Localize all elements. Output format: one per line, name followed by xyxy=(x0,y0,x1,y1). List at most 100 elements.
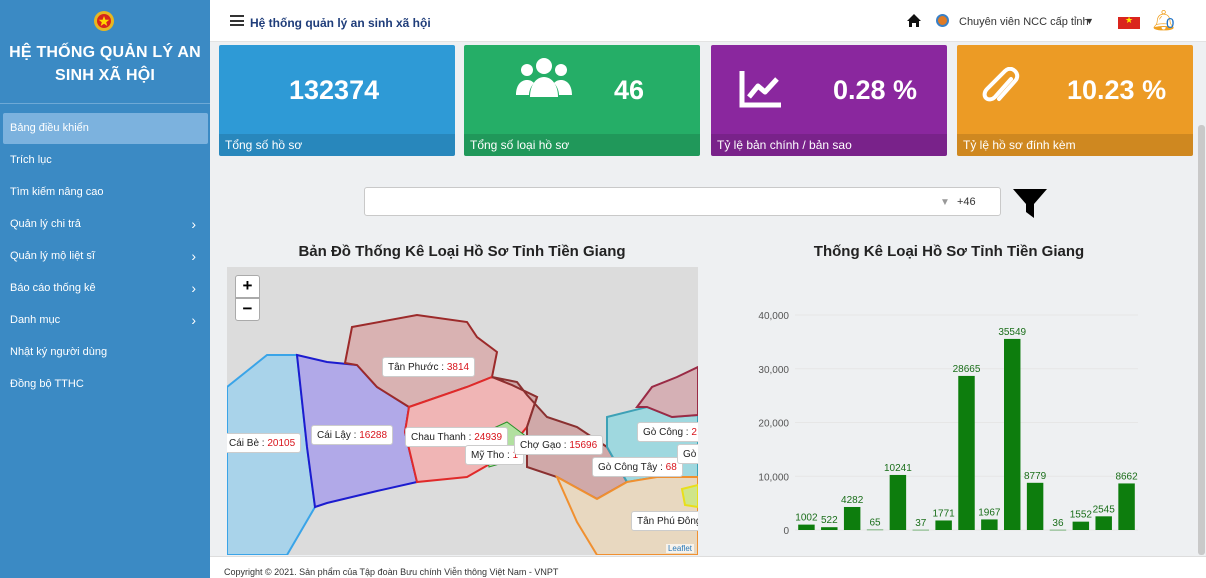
bar-chart: 0 10,000 20,000 30,000 40,000 1002 5224282 65 10… xyxy=(758,311,1138,537)
sidebar-divider xyxy=(0,103,210,104)
map-label-go-cong: Gò Công : 2 xyxy=(637,422,698,442)
sidebar-title: HỆ THỐNG QUẢN LÝ AN SINH XÃ HỘI xyxy=(9,44,201,84)
bar[interactable] xyxy=(935,520,952,530)
bar[interactable] xyxy=(821,527,838,530)
sidebar-item[interactable]: Quản lý mộ liệt sĩ › xyxy=(0,241,210,272)
bar[interactable] xyxy=(958,375,975,530)
bar[interactable] xyxy=(1026,482,1044,530)
bar-value-label: 2545 xyxy=(1093,504,1116,515)
bar[interactable] xyxy=(1004,338,1021,530)
bar-value-label: 1771 xyxy=(933,508,956,519)
home-icon[interactable] xyxy=(906,13,922,28)
stat-card-record-types[interactable]: 46 Tổng số loại hồ sơ xyxy=(464,45,700,156)
district-island xyxy=(680,483,698,509)
footer: Copyright © 2021. Sản phẩm của Tập đoàn … xyxy=(210,556,1206,578)
user-name[interactable]: Chuyên viên NCC cấp tỉnh xyxy=(959,16,1089,28)
sidebar-item-label: Đồng bộ TTHC xyxy=(10,378,84,390)
bar-value-label: 8662 xyxy=(1115,471,1138,482)
line-chart-icon xyxy=(739,71,781,108)
stat-label: Tổng số loại hồ sơ xyxy=(464,134,700,156)
bar-value-label: 28665 xyxy=(953,364,981,375)
map-attribution[interactable]: Leaflet xyxy=(665,544,694,553)
chevron-right-icon: › xyxy=(191,280,196,296)
stat-value: 10.23 % xyxy=(1067,75,1167,105)
zoom-out-button[interactable]: − xyxy=(235,298,260,321)
stat-value: 132374 xyxy=(289,75,380,105)
y-tick-label: 10,000 xyxy=(758,472,789,483)
bar-value-label: 1002 xyxy=(795,513,818,524)
bar[interactable] xyxy=(1049,529,1067,531)
page-scrollbar[interactable] xyxy=(1198,125,1205,555)
bar-value-label: 1967 xyxy=(978,507,1001,518)
province-map[interactable]: + − Tân Phước : 3814 Cái Bè : 20105 Cái … xyxy=(227,267,698,555)
selected-count: +46 xyxy=(957,196,976,208)
chevron-right-icon: › xyxy=(191,216,196,232)
sidebar-item-label: Trích lục xyxy=(10,154,52,166)
map-label-tan-phuoc: Tân Phước : 3814 xyxy=(382,357,476,377)
notification-count[interactable]: 0 xyxy=(1166,15,1174,32)
menu-toggle-icon[interactable] xyxy=(230,15,244,26)
bar[interactable] xyxy=(1072,521,1090,530)
y-tick-label: 20,000 xyxy=(758,419,789,430)
bar-value-label: 1552 xyxy=(1070,510,1093,521)
top-bar: Hệ thống quản lý an sinh xã hội Chuyên v… xyxy=(210,0,1206,42)
stat-value: 46 xyxy=(614,75,645,105)
chart-title: Thống Kê Loại Hồ Sơ Tỉnh Tiền Giang xyxy=(813,243,1085,260)
sidebar-item[interactable]: Quản lý chi trả › xyxy=(0,209,210,240)
sidebar-item[interactable]: Đồng bộ TTHC xyxy=(0,369,210,400)
map-label-go: Gò xyxy=(677,444,698,464)
sidebar-item[interactable]: Tìm kiếm nâng cao xyxy=(0,177,210,208)
y-tick-label: 0 xyxy=(783,526,789,537)
bar-value-label: 10241 xyxy=(884,463,912,474)
bar[interactable] xyxy=(843,506,861,530)
stat-card-attachment-ratio[interactable]: 10.23 % Tỷ lệ hồ sơ đính kèm xyxy=(957,45,1193,156)
stat-value: 0.28 % xyxy=(833,75,918,105)
caret-down-icon[interactable]: ▼ xyxy=(1085,16,1094,26)
stat-label: Tổng số hồ sơ xyxy=(219,134,455,156)
sidebar-item-label: Bảng điều khiển xyxy=(10,122,89,134)
map-label-go-cong-tay: Gò Công Tây : 68 xyxy=(592,457,683,477)
stat-card-original-copy-ratio[interactable]: 0.28 % Tỷ lệ bản chính / bản sao xyxy=(711,45,947,156)
bar-value-label: 35549 xyxy=(998,327,1026,338)
chevron-right-icon: › xyxy=(191,248,196,264)
zoom-in-button[interactable]: + xyxy=(235,275,260,298)
sidebar-item-label: Quản lý mộ liệt sĩ xyxy=(10,250,95,262)
sidebar-item[interactable]: Bảng điều khiển xyxy=(3,113,208,144)
map-title: Bản Đồ Thống Kê Loại Hồ Sơ Tỉnh Tiền Gia… xyxy=(298,243,626,260)
bar[interactable] xyxy=(798,524,815,530)
sidebar-item[interactable]: Báo cáo thống kê › xyxy=(0,273,210,304)
bar-value-label: 4282 xyxy=(841,495,864,506)
user-avatar-icon[interactable] xyxy=(936,14,949,27)
y-tick-label: 40,000 xyxy=(758,311,789,322)
vietnam-flag-icon[interactable] xyxy=(1118,15,1140,29)
stat-label: Tỷ lệ bản chính / bản sao xyxy=(711,134,947,156)
sidebar-item-label: Quản lý chi trả xyxy=(10,218,81,230)
bar[interactable] xyxy=(1118,483,1135,530)
sidebar: HỆ THỐNG QUẢN LÝ AN SINH XÃ HỘI Bảng điề… xyxy=(0,0,210,578)
paperclip-icon xyxy=(982,67,1020,102)
bar[interactable] xyxy=(889,474,907,530)
bar[interactable] xyxy=(866,529,884,531)
bar-value-label: 8779 xyxy=(1024,471,1047,482)
sidebar-item[interactable]: Nhật ký người dùng xyxy=(0,337,210,368)
filter-icon[interactable] xyxy=(1012,188,1048,219)
bar[interactable] xyxy=(1095,516,1112,530)
emblem-logo xyxy=(94,11,114,31)
sidebar-item[interactable]: Danh mục › xyxy=(0,305,210,336)
sidebar-item-label: Danh mục xyxy=(10,314,61,326)
bar-value-label: 36 xyxy=(1052,518,1064,529)
bar[interactable] xyxy=(981,519,998,530)
sidebar-item[interactable]: Trích lục xyxy=(0,145,210,176)
chevron-right-icon: › xyxy=(191,312,196,328)
map-label-cai-be: Cái Bè : 20105 xyxy=(227,433,302,453)
sidebar-item-label: Báo cáo thống kê xyxy=(10,282,96,294)
caret-down-icon[interactable]: ▼ xyxy=(940,197,950,208)
stat-label: Tỷ lệ hồ sơ đính kèm xyxy=(957,134,1193,156)
stat-card-total-records[interactable]: 132374 Tổng số hồ sơ xyxy=(219,45,455,156)
map-label-cai-lay: Cái Lậy : 16288 xyxy=(311,425,394,445)
bar-value-label: 65 xyxy=(869,518,881,529)
bar[interactable] xyxy=(912,529,929,531)
top-bar-title[interactable]: Hệ thống quản lý an sinh xã hội xyxy=(250,16,431,30)
users-icon xyxy=(516,58,572,97)
record-type-select[interactable] xyxy=(364,187,1001,216)
